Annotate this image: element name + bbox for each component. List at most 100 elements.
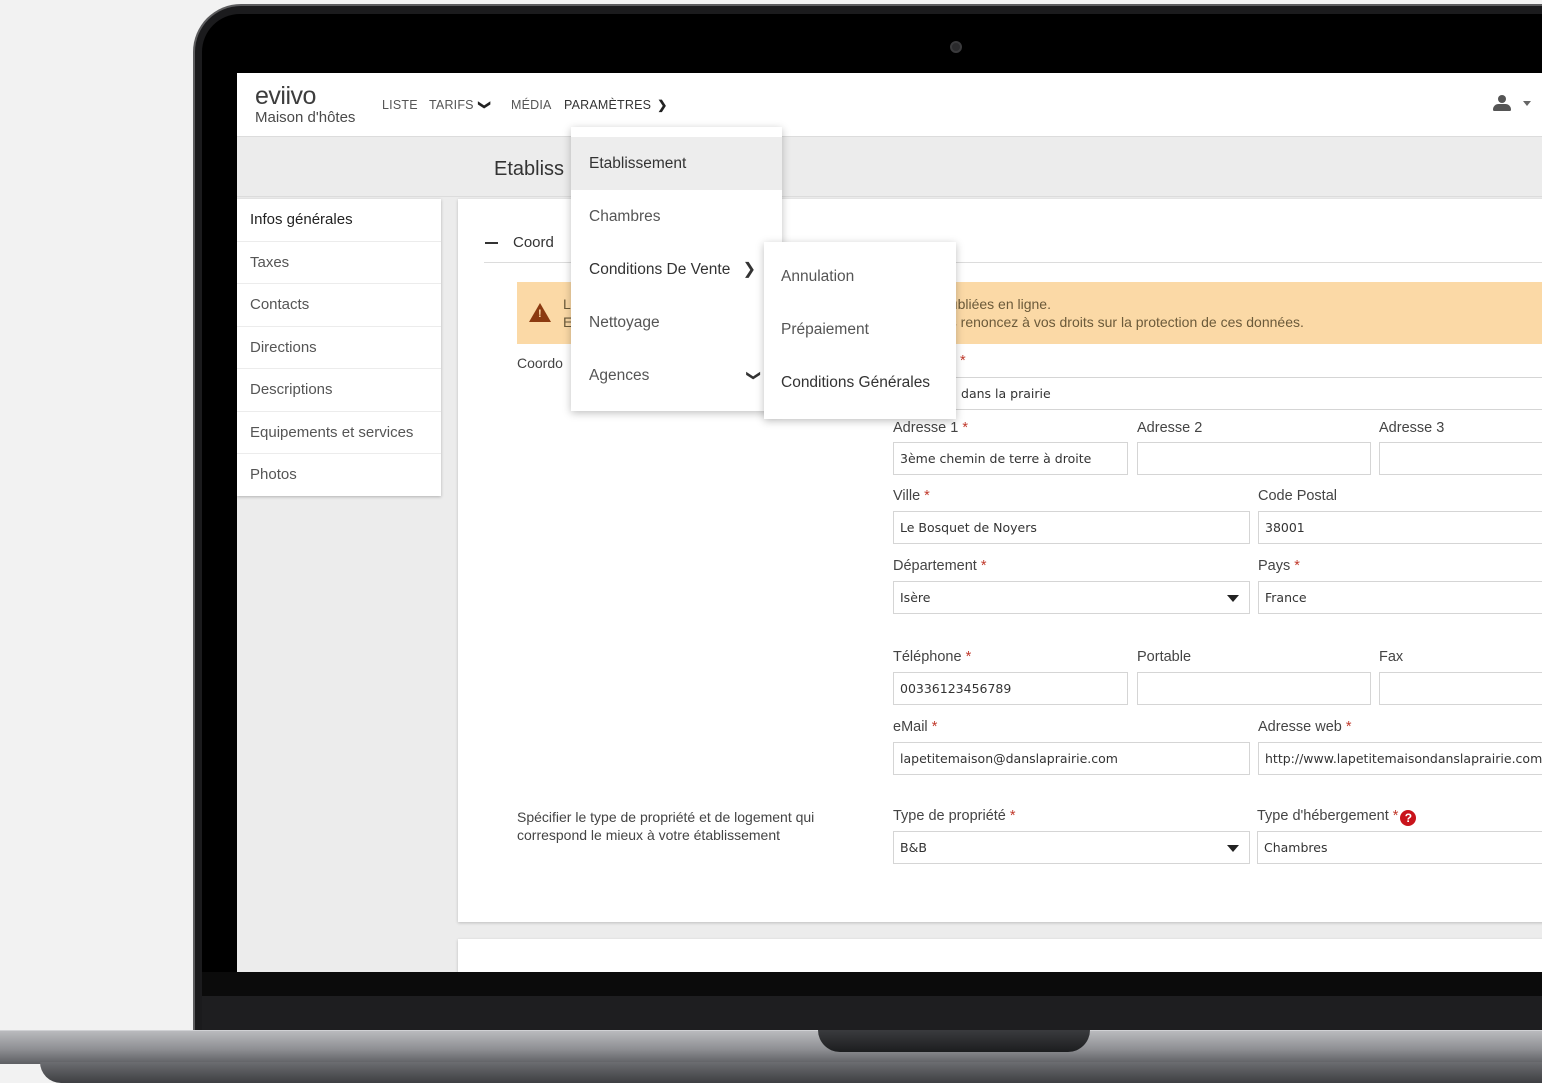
menu-item-label: Nettoyage	[589, 314, 660, 331]
portable-label: Portable	[1137, 649, 1192, 665]
telephone-label: Téléphone *	[893, 649, 972, 665]
menu-item-chambres[interactable]: Chambres	[571, 190, 782, 243]
submenu-item-label: Conditions Générales	[781, 374, 931, 391]
type-hebergement-select[interactable]: Chambres	[1257, 831, 1542, 864]
caret-down-icon	[1227, 595, 1239, 602]
alert-line-1-left: L	[563, 296, 571, 312]
sidebar-item-directions[interactable]: Directions	[237, 327, 441, 369]
collapse-icon	[485, 242, 498, 245]
submenu-item-label: Prépaiement	[781, 321, 869, 338]
fax-input[interactable]	[1379, 672, 1542, 705]
page-title: Etabliss	[494, 158, 565, 180]
help-icon[interactable]: ?	[1400, 810, 1417, 826]
departement-select[interactable]: Isère	[893, 581, 1250, 614]
name-label-required: *	[960, 353, 966, 369]
menu-item-label: Chambres	[589, 208, 661, 225]
caret-down-icon	[1227, 845, 1239, 852]
laptop-mockup: eviivo Maison d'hôtes LISTE TARIFS ❯ MÉDI…	[0, 0, 1542, 1083]
user-icon	[1498, 95, 1506, 103]
email-input[interactable]: lapetitemaison@danslaprairie.com	[893, 742, 1250, 775]
property-type-help-line1: Spécifier le type de propriété et de log…	[517, 809, 815, 825]
section-title: Coord	[513, 234, 554, 251]
menu-item-label: Etablissement	[589, 155, 687, 172]
property-name-input[interactable]: e maison dans la prairie	[893, 377, 1542, 410]
departement-label: Département *	[893, 558, 987, 574]
laptop-notch	[818, 1030, 1090, 1052]
sidebar-item-descriptions[interactable]: Descriptions	[237, 369, 441, 412]
sidebar-item-infos-generales[interactable]: Infos générales	[237, 199, 441, 242]
menu-item-etablissement[interactable]: Etablissement	[571, 137, 782, 190]
sidebar-item-taxes[interactable]: Taxes	[237, 242, 441, 284]
sidebar: Infos générales Taxes Contacts Direction…	[237, 199, 441, 496]
nav-parametres-label: PARAMÈTRES	[564, 98, 652, 112]
adresse1-label: Adresse 1 *	[893, 420, 968, 436]
sidebar-item-photos[interactable]: Photos	[237, 454, 441, 497]
adresse2-label: Adresse 2	[1137, 420, 1203, 436]
type-hebergement-label: Type d'hébergement *?	[1257, 808, 1417, 826]
nav-media[interactable]: MÉDIA	[511, 98, 552, 112]
adresse1-input[interactable]: 3ème chemin de terre à droite	[893, 442, 1128, 475]
caret-down-icon	[1523, 101, 1531, 106]
alert-line-1-right: publiées en ligne.	[942, 296, 1051, 312]
bottom-bezel	[202, 972, 1542, 996]
laptop-base-lip	[40, 1062, 1542, 1083]
bottom-bezel-lower	[202, 996, 1542, 1032]
next-section-panel	[458, 939, 1542, 972]
user-menu[interactable]	[1491, 95, 1531, 115]
adresse-web-input[interactable]: http://www.lapetitemaisondanslaprairie.c…	[1258, 742, 1542, 775]
nav-liste[interactable]: LISTE	[382, 98, 418, 112]
adresse3-input[interactable]	[1379, 442, 1542, 475]
nav-parametres[interactable]: PARAMÈTRES ❯	[564, 98, 667, 112]
pays-select[interactable]: France	[1258, 581, 1542, 614]
submenu-item-conditions-generales[interactable]: Conditions Générales	[764, 356, 956, 409]
chevron-right-icon: ❯	[657, 98, 668, 112]
user-icon-body	[1493, 104, 1511, 111]
chevron-down-icon: ❯	[477, 99, 492, 111]
app-logo[interactable]: eviivo	[255, 83, 316, 109]
menu-item-label: Conditions De Vente	[589, 261, 731, 278]
type-propriete-select[interactable]: B&B	[893, 831, 1250, 864]
adresse2-input[interactable]	[1137, 442, 1371, 475]
code-postal-input[interactable]: 38001	[1258, 511, 1542, 544]
telephone-input[interactable]: 00336123456789	[893, 672, 1128, 705]
menu-item-conditions-de-vente[interactable]: Conditions De Vente ❯	[571, 243, 782, 296]
sidebar-item-equipements[interactable]: Equipements et services	[237, 412, 441, 454]
adresse-web-label: Adresse web *	[1258, 719, 1352, 735]
page-header	[237, 137, 1542, 197]
parametres-dropdown: Etablissement Chambres Conditions De Ven…	[571, 127, 782, 411]
menu-item-label: Agences	[589, 367, 650, 384]
menu-item-nettoyage[interactable]: Nettoyage	[571, 296, 782, 349]
ville-input[interactable]: Le Bosquet de Noyers	[893, 511, 1250, 544]
sidebar-item-contacts[interactable]: Contacts	[237, 284, 441, 327]
app-screen: eviivo Maison d'hôtes LISTE TARIFS ❯ MÉDI…	[237, 73, 1542, 972]
property-type-label: Maison d'hôtes	[255, 109, 356, 126]
top-navbar: eviivo Maison d'hôtes LISTE TARIFS ❯ MÉDI…	[237, 73, 1542, 137]
section-toggle[interactable]: Coord	[485, 234, 554, 251]
alert-line-2-right: us renoncez à vos droits sur la protecti…	[942, 314, 1304, 330]
type-propriete-label: Type de propriété *	[893, 808, 1016, 824]
coordonnees-label: Coordo	[517, 355, 563, 371]
nav-liste-label: LISTE	[382, 98, 418, 112]
laptop-base	[0, 1030, 1542, 1064]
conditions-de-vente-submenu: Annulation Prépaiement Conditions Généra…	[764, 242, 956, 419]
email-label: eMail *	[893, 719, 938, 735]
submenu-item-label: Annulation	[781, 268, 855, 285]
nav-tarifs[interactable]: TARIFS ❯	[429, 98, 492, 112]
pays-label: Pays *	[1258, 558, 1300, 574]
adresse3-label: Adresse 3	[1379, 420, 1445, 436]
departement-value: Isère	[900, 590, 931, 605]
nav-media-label: MÉDIA	[511, 98, 552, 112]
submenu-item-annulation[interactable]: Annulation	[764, 250, 956, 303]
chevron-right-icon: ❯	[742, 261, 756, 278]
camera-icon	[950, 41, 962, 53]
fax-label: Fax	[1379, 649, 1404, 665]
code-postal-label: Code Postal	[1258, 488, 1337, 504]
ville-label: Ville *	[893, 488, 930, 504]
portable-input[interactable]	[1137, 672, 1371, 705]
menu-item-agences[interactable]: Agences ❯	[571, 349, 782, 402]
warning-icon: !	[529, 303, 551, 322]
property-type-help-line2: correspond le mieux à votre établissemen…	[517, 827, 781, 843]
nav-tarifs-label: TARIFS	[429, 98, 474, 112]
type-propriete-value: B&B	[900, 840, 927, 855]
submenu-item-prepaiement[interactable]: Prépaiement	[764, 303, 956, 356]
